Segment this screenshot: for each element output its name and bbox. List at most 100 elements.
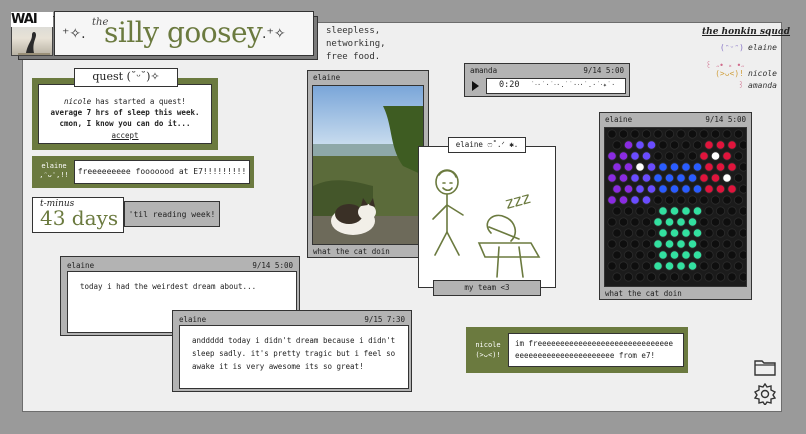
peg — [704, 184, 714, 194]
quest-label: quest (˘ᵕ˘)✧ — [74, 68, 178, 87]
tagline: sleepless, networking, free food. — [326, 26, 386, 62]
member-name: nicole — [748, 69, 777, 78]
chat-message: freeeeeeeee fooooood at E7!!!!!!!!! — [74, 160, 250, 184]
quest-line2: average 7 hrs of sleep this week. — [50, 108, 200, 117]
squad-member[interactable]: (ᵔᵕᵔ) elaine — [700, 43, 780, 52]
peg — [733, 151, 744, 161]
peg — [641, 217, 652, 227]
member-name: elaine — [748, 43, 777, 52]
peg — [635, 184, 645, 194]
peg — [727, 228, 737, 238]
squad-member[interactable]: (>ᴗ<)! nicole — [700, 69, 780, 78]
peg — [646, 162, 657, 172]
peg — [641, 129, 652, 139]
chat-author: nicole (>ᴗ<)! — [470, 340, 506, 360]
photo-card[interactable]: elaine 9/14 5:00 what the cat doin — [599, 112, 752, 300]
peg — [722, 129, 732, 139]
peg — [738, 206, 746, 216]
peg — [704, 272, 714, 282]
peg — [692, 184, 703, 194]
peg — [738, 272, 746, 282]
peg — [664, 239, 675, 249]
gear-icon[interactable] — [753, 382, 777, 407]
peg — [722, 151, 732, 161]
peg — [681, 184, 691, 194]
post-card[interactable]: elaine 9/15 7:30 anddddd today i didn't … — [172, 310, 412, 392]
peg — [664, 151, 675, 161]
peg — [699, 129, 709, 139]
drawing-card[interactable]: zzz — [418, 146, 556, 288]
sparkle-icon: .⁺✧ — [262, 26, 286, 42]
peg — [676, 239, 686, 249]
peg — [664, 217, 675, 227]
peg — [607, 129, 617, 139]
peg — [733, 129, 744, 139]
peg — [630, 151, 640, 161]
peg — [658, 250, 668, 260]
peg — [607, 151, 617, 161]
peg — [676, 261, 686, 271]
peg — [646, 250, 657, 260]
accept-link[interactable]: accept — [42, 130, 208, 141]
peg — [727, 140, 737, 150]
peg — [715, 140, 726, 150]
peg — [715, 250, 726, 260]
peg — [727, 272, 737, 282]
peg — [612, 272, 622, 282]
peg — [733, 195, 744, 205]
peg — [733, 239, 744, 249]
peg — [681, 206, 691, 216]
audio-player[interactable]: 0:20 ˙‧·˙·˙‧·.˙˙·‧·˙.·˙‧✦˙· — [486, 78, 626, 94]
peg — [612, 250, 622, 260]
peg — [618, 195, 629, 205]
post-body: anddddd today i didn't dream because i d… — [179, 325, 409, 389]
peg — [612, 140, 622, 150]
peg — [618, 239, 629, 249]
peg — [727, 250, 737, 260]
photo-author: elaine — [605, 115, 633, 124]
peg — [681, 272, 691, 282]
play-icon[interactable] — [472, 81, 479, 91]
member-face: (>ᴗ<)! — [715, 69, 744, 78]
peg — [664, 173, 675, 183]
peg — [607, 261, 617, 271]
photo-header: elaine 9/14 5:00 — [600, 113, 751, 126]
peg — [635, 206, 645, 216]
peg — [669, 272, 680, 282]
peg — [687, 261, 698, 271]
squad-title: the honkin squad — [702, 27, 791, 37]
peg — [733, 173, 744, 183]
peg — [612, 206, 622, 216]
peg — [669, 206, 680, 216]
photo-card[interactable]: elaine what the cat doin — [307, 70, 429, 258]
peg — [715, 228, 726, 238]
peg — [715, 162, 726, 172]
folder-icon[interactable] — [754, 358, 776, 376]
peg — [692, 250, 703, 260]
peg — [710, 261, 721, 271]
photo-caption: what the cat doin — [313, 247, 390, 256]
peg — [658, 140, 668, 150]
peg — [630, 217, 640, 227]
post-header: elaine 9/14 5:00 — [61, 257, 299, 270]
peg — [704, 250, 714, 260]
peg — [658, 272, 668, 282]
peg — [704, 206, 714, 216]
audio-author: amanda — [470, 66, 498, 75]
peg — [710, 173, 721, 183]
peg — [641, 195, 652, 205]
peg — [653, 261, 663, 271]
peg — [618, 151, 629, 161]
peg — [669, 228, 680, 238]
peg — [715, 272, 726, 282]
peg — [676, 151, 686, 161]
peg — [727, 206, 737, 216]
peg — [681, 140, 691, 150]
peg — [687, 151, 698, 161]
peg — [618, 217, 629, 227]
post-time: 9/14 5:00 — [252, 261, 293, 270]
peg — [641, 261, 652, 271]
peg — [658, 162, 668, 172]
peg — [612, 184, 622, 194]
peg — [692, 162, 703, 172]
